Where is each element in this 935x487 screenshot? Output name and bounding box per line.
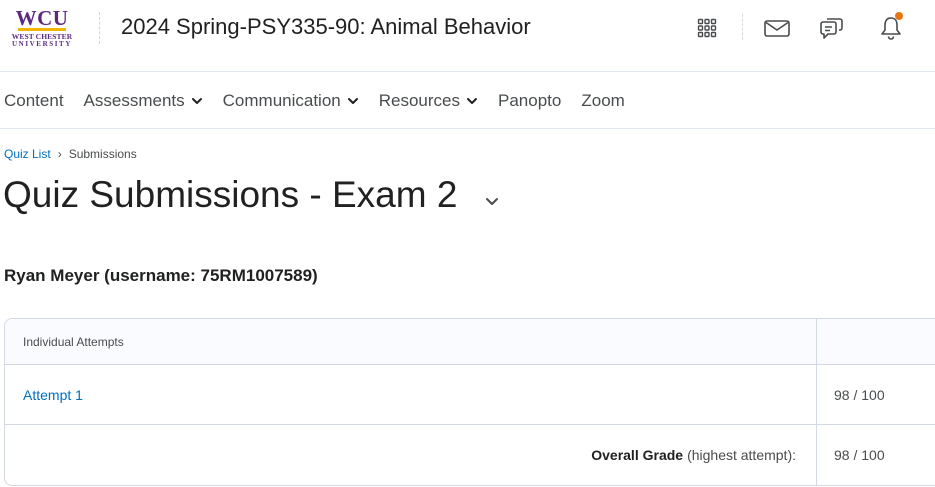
notification-dot: [895, 12, 903, 20]
overall-grade-label: Overall Grade (highest attempt):: [5, 425, 817, 485]
nav-item-label: Assessments: [83, 90, 185, 110]
nav-item-communication[interactable]: Communication: [223, 91, 359, 111]
apps-grid-icon[interactable]: [691, 12, 723, 44]
nav-item-panopto[interactable]: Panopto: [498, 91, 561, 111]
nav-list: Content Assessments Communication Resour…: [0, 72, 935, 129]
breadcrumb-separator: ›: [57, 147, 62, 161]
nav-item-label: Communication: [222, 90, 341, 110]
logo-divider: [99, 12, 100, 44]
chevron-down-icon: [347, 97, 358, 104]
title-chevron-down-icon[interactable]: [483, 192, 501, 210]
chat-icon[interactable]: [815, 12, 847, 44]
course-title[interactable]: 2024 Spring-PSY335-90: Animal Behavior: [121, 13, 531, 41]
nav-item-label: Content: [4, 90, 64, 110]
nav-item-label: Panopto: [498, 90, 562, 110]
nav-item-assessments[interactable]: Assessments: [84, 91, 203, 111]
breadcrumb-link-quiz-list[interactable]: Quiz List: [4, 146, 51, 162]
mail-icon[interactable]: [761, 12, 793, 44]
attempt-cell: Attempt 1: [5, 365, 817, 424]
page-title-row: Quiz Submissions - Exam 2: [3, 172, 501, 218]
overall-grade-label-rest: (highest attempt):: [687, 447, 796, 463]
user-heading: Ryan Meyer (username: 75RM1007589): [4, 266, 318, 285]
table-header-score: [817, 319, 935, 364]
attempt-1-link[interactable]: Attempt 1: [23, 387, 83, 403]
nav-item-zoom[interactable]: Zoom: [581, 91, 624, 111]
table-header-individual-attempts: Individual Attempts: [5, 319, 817, 364]
logo-wordmark: WCU: [15, 6, 69, 30]
overall-grade-score: 98 / 100: [834, 447, 885, 463]
breadcrumb-current: Submissions: [68, 147, 137, 161]
university-logo[interactable]: WCU WEST CHESTER UNIVERSITY: [4, 6, 80, 49]
overall-grade-label-bold: Overall Grade: [591, 447, 684, 463]
table-row-overall: Overall Grade (highest attempt): 98 / 10…: [5, 425, 935, 485]
page-title: Quiz Submissions - Exam 2: [3, 174, 458, 215]
table-row: Attempt 1 98 / 100: [5, 365, 935, 425]
chevron-down-icon: [467, 97, 478, 104]
nav-item-content[interactable]: Content: [4, 91, 64, 111]
course-navbar: Content Assessments Communication Resour…: [0, 72, 935, 129]
table-header-row: Individual Attempts: [5, 319, 935, 365]
chevron-down-icon: [191, 97, 202, 104]
attempt-1-score: 98 / 100: [834, 386, 885, 403]
header-separator: [742, 14, 743, 40]
top-header: WCU WEST CHESTER UNIVERSITY 2024 Spring-…: [0, 0, 935, 72]
logo-subtitle-2: UNIVERSITY: [12, 40, 72, 48]
nav-item-resources[interactable]: Resources: [379, 91, 478, 111]
breadcrumb: Quiz List › Submissions: [4, 146, 137, 162]
nav-item-label: Resources: [378, 90, 461, 110]
attempts-table: Individual Attempts Attempt 1 98 / 100 O…: [4, 318, 935, 486]
bell-icon[interactable]: [875, 12, 907, 44]
nav-item-label: Zoom: [581, 90, 625, 110]
